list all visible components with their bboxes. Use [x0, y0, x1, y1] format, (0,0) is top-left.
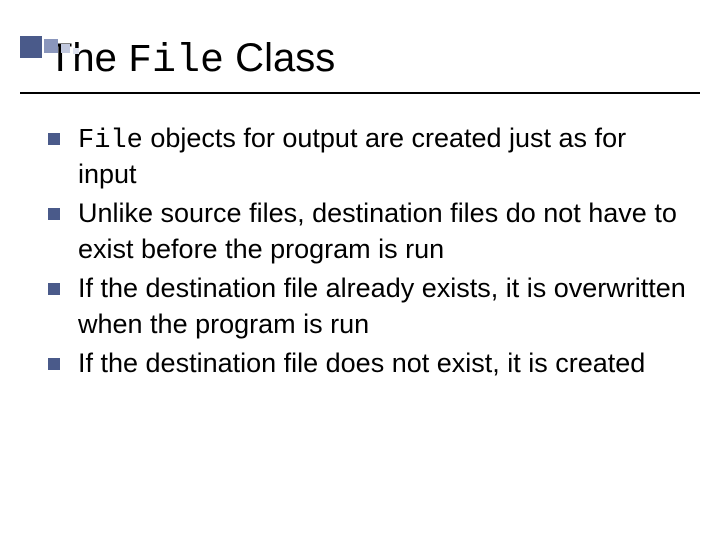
slide-corner-decoration — [20, 36, 79, 58]
bullet-text: If the destination file does not exist, … — [78, 348, 645, 378]
title-container: The File Class — [20, 36, 700, 94]
bullet-text: Unlike source files, destination files d… — [78, 198, 677, 264]
list-item: If the destination file does not exist, … — [48, 347, 686, 383]
title-code: File — [128, 39, 224, 84]
bullet-text: objects for output are created just as f… — [78, 123, 626, 189]
title-post: Class — [224, 36, 335, 80]
bullet-code: File — [78, 126, 143, 156]
deco-square-small — [61, 44, 70, 53]
list-item: File objects for output are created just… — [48, 122, 686, 191]
bullet-list: File objects for output are created just… — [48, 122, 686, 383]
list-item: Unlike source files, destination files d… — [48, 197, 686, 266]
slide-body: File objects for output are created just… — [0, 94, 720, 383]
deco-square-med — [44, 39, 58, 53]
deco-square-tiny — [73, 48, 79, 54]
bullet-text: If the destination file already exists, … — [78, 273, 686, 339]
slide-title: The File Class — [48, 36, 672, 84]
deco-square-large — [20, 36, 42, 58]
list-item: If the destination file already exists, … — [48, 272, 686, 341]
